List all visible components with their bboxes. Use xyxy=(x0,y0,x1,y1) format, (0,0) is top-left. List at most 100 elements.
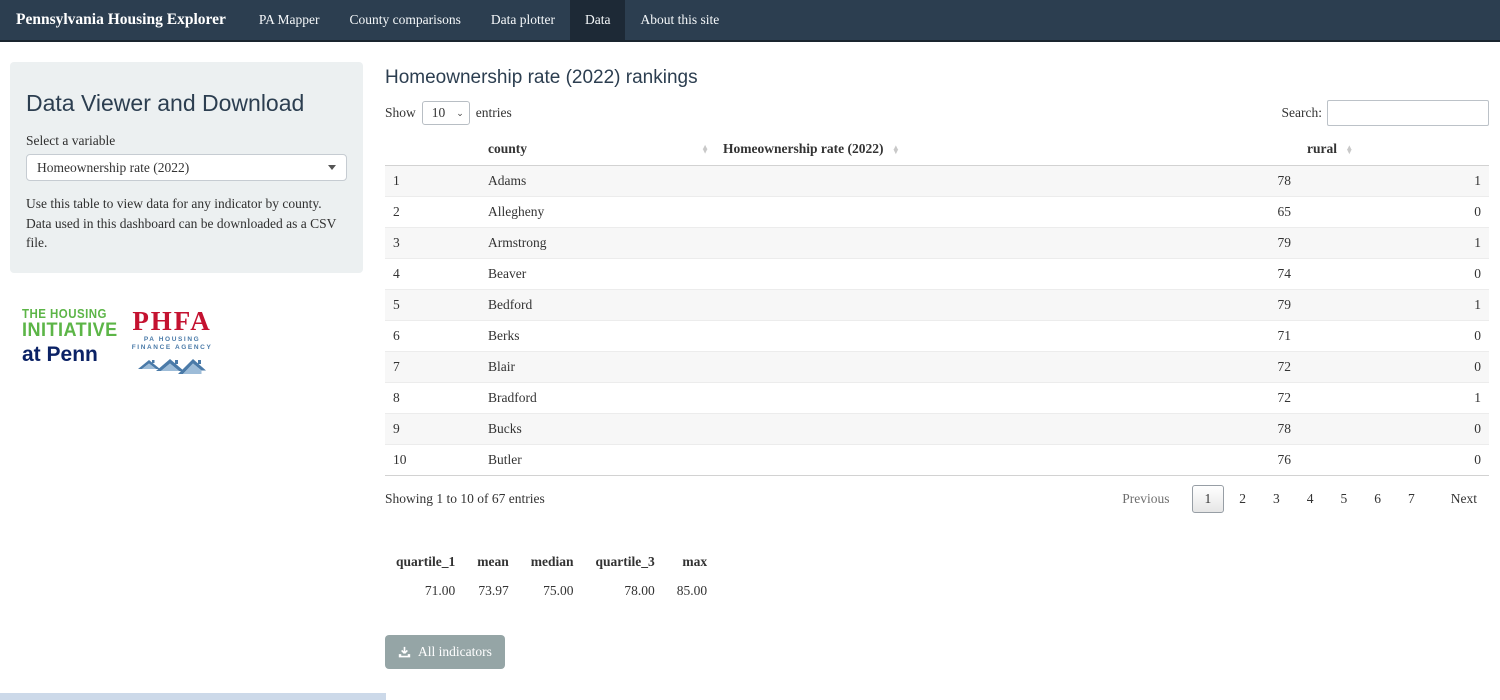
pagination-page-3[interactable]: 3 xyxy=(1261,486,1292,512)
cell-county: Beaver xyxy=(480,259,715,290)
table-controls: Show 10 ⌄ entries Search: xyxy=(385,100,1489,126)
cell-value: 79 xyxy=(715,290,1299,321)
phfa-roofs-icon xyxy=(138,355,206,375)
table-row[interactable]: 3 Armstrong 79 1 xyxy=(385,228,1489,259)
tab-data-plotter[interactable]: Data plotter xyxy=(476,0,570,40)
variable-select-value: Homeownership rate (2022) xyxy=(37,160,189,176)
cell-rural: 0 xyxy=(1299,259,1489,290)
cell-county: Bedford xyxy=(480,290,715,321)
show-label: Show xyxy=(385,105,416,121)
download-icon xyxy=(398,646,411,659)
pagination-previous[interactable]: Previous xyxy=(1110,486,1181,512)
cell-rural: 0 xyxy=(1299,445,1489,476)
entries-length-control: Show 10 ⌄ entries xyxy=(385,101,512,125)
cell-rank: 1 xyxy=(385,166,480,197)
pagination-page-6[interactable]: 6 xyxy=(1362,486,1393,512)
app-brand[interactable]: Pennsylvania Housing Explorer xyxy=(0,0,244,40)
cell-county: Bucks xyxy=(480,414,715,445)
cell-rank: 5 xyxy=(385,290,480,321)
cell-value: 65 xyxy=(715,197,1299,228)
cell-rank: 6 xyxy=(385,321,480,352)
cell-rank: 10 xyxy=(385,445,480,476)
hi-logo-line3: at Penn xyxy=(22,344,123,365)
cell-rural: 0 xyxy=(1299,321,1489,352)
table-row[interactable]: 4 Beaver 74 0 xyxy=(385,259,1489,290)
cell-rural: 1 xyxy=(1299,228,1489,259)
summary-value-quartile3: 78.00 xyxy=(585,574,666,603)
tab-pa-mapper[interactable]: PA Mapper xyxy=(244,0,335,40)
cell-value: 76 xyxy=(715,445,1299,476)
cell-value: 79 xyxy=(715,228,1299,259)
table-row[interactable]: 8 Bradford 72 1 xyxy=(385,383,1489,414)
cell-rank: 7 xyxy=(385,352,480,383)
cell-county: Bradford xyxy=(480,383,715,414)
summary-values-row: 71.00 73.97 75.00 78.00 85.00 xyxy=(385,574,718,603)
tab-data[interactable]: Data xyxy=(570,0,625,40)
column-header-rural[interactable]: rural ▲▼ xyxy=(1299,135,1489,166)
all-indicators-download-button[interactable]: All indicators xyxy=(385,635,505,669)
panel-title: Data Viewer and Download xyxy=(26,90,347,117)
horizontal-scrollbar[interactable] xyxy=(0,693,386,700)
cell-rural: 1 xyxy=(1299,383,1489,414)
sort-icon: ▲▼ xyxy=(701,146,709,155)
rural-header-label: rural xyxy=(1307,141,1337,156)
table-row[interactable]: 5 Bedford 79 1 xyxy=(385,290,1489,321)
sort-icon: ▲▼ xyxy=(1345,146,1353,155)
pagination-page-5[interactable]: 5 xyxy=(1329,486,1360,512)
summary-stats-table: quartile_1 mean median quartile_3 max 71… xyxy=(385,550,718,603)
phfa-logo-sub2: FINANCE AGENCY xyxy=(132,345,213,352)
cell-value: 71 xyxy=(715,321,1299,352)
cell-rural: 0 xyxy=(1299,352,1489,383)
sort-icon: ▲▼ xyxy=(892,146,900,155)
pagination-page-2[interactable]: 2 xyxy=(1227,486,1258,512)
logos: THE HOUSING INITIATIVE at Penn PHFA PA H… xyxy=(22,308,363,378)
summary-value-median: 75.00 xyxy=(520,574,585,603)
pagination-page-1[interactable]: 1 xyxy=(1192,485,1225,513)
tab-about[interactable]: About this site xyxy=(625,0,734,40)
phfa-logo: PHFA PA HOUSING FINANCE AGENCY xyxy=(132,308,213,378)
housing-initiative-logo: THE HOUSING INITIATIVE at Penn xyxy=(22,308,123,366)
value-header-label: Homeownership rate (2022) xyxy=(723,141,883,156)
summary-header-median: median xyxy=(520,550,585,574)
chevron-down-icon xyxy=(328,165,336,170)
column-header-rank[interactable] xyxy=(385,135,480,166)
summary-header-row: quartile_1 mean median quartile_3 max xyxy=(385,550,718,574)
pagination-next[interactable]: Next xyxy=(1439,486,1489,512)
download-button-label: All indicators xyxy=(418,644,492,660)
tab-county-comparisons[interactable]: County comparisons xyxy=(335,0,476,40)
pagination: Previous 1 2 3 4 5 6 7 Next xyxy=(1107,485,1489,513)
cell-rank: 4 xyxy=(385,259,480,290)
chevron-down-icon: ⌄ xyxy=(456,108,464,119)
column-header-county[interactable]: county ▲▼ xyxy=(480,135,715,166)
table-row[interactable]: 2 Allegheny 65 0 xyxy=(385,197,1489,228)
sidebar: Data Viewer and Download Select a variab… xyxy=(10,42,363,669)
pagination-page-7[interactable]: 7 xyxy=(1396,486,1427,512)
cell-county: Butler xyxy=(480,445,715,476)
cell-rural: 1 xyxy=(1299,290,1489,321)
cell-rural: 0 xyxy=(1299,197,1489,228)
phfa-logo-sub1: PA HOUSING xyxy=(132,337,213,344)
table-row[interactable]: 10 Butler 76 0 xyxy=(385,445,1489,476)
cell-county: Blair xyxy=(480,352,715,383)
rankings-table: county ▲▼ Homeownership rate (2022) ▲▼ r… xyxy=(385,135,1489,476)
cell-value: 72 xyxy=(715,352,1299,383)
search-control: Search: xyxy=(1282,100,1489,126)
cell-value: 78 xyxy=(715,414,1299,445)
search-input[interactable] xyxy=(1327,100,1489,126)
cell-rank: 3 xyxy=(385,228,480,259)
entries-select[interactable]: 10 ⌄ xyxy=(422,101,470,125)
table-row[interactable]: 1 Adams 78 1 xyxy=(385,166,1489,197)
summary-header-quartile3: quartile_3 xyxy=(585,550,666,574)
data-viewer-panel: Data Viewer and Download Select a variab… xyxy=(10,62,363,273)
page-title: Homeownership rate (2022) rankings xyxy=(385,67,1489,89)
variable-select[interactable]: Homeownership rate (2022) xyxy=(26,154,347,181)
summary-value-mean: 73.97 xyxy=(466,574,520,603)
cell-county: Armstrong xyxy=(480,228,715,259)
table-row[interactable]: 9 Bucks 78 0 xyxy=(385,414,1489,445)
cell-rank: 8 xyxy=(385,383,480,414)
pagination-page-4[interactable]: 4 xyxy=(1295,486,1326,512)
column-header-value[interactable]: Homeownership rate (2022) ▲▼ xyxy=(715,135,1299,166)
page-content: Data Viewer and Download Select a variab… xyxy=(0,42,1500,669)
table-row[interactable]: 7 Blair 72 0 xyxy=(385,352,1489,383)
table-row[interactable]: 6 Berks 71 0 xyxy=(385,321,1489,352)
